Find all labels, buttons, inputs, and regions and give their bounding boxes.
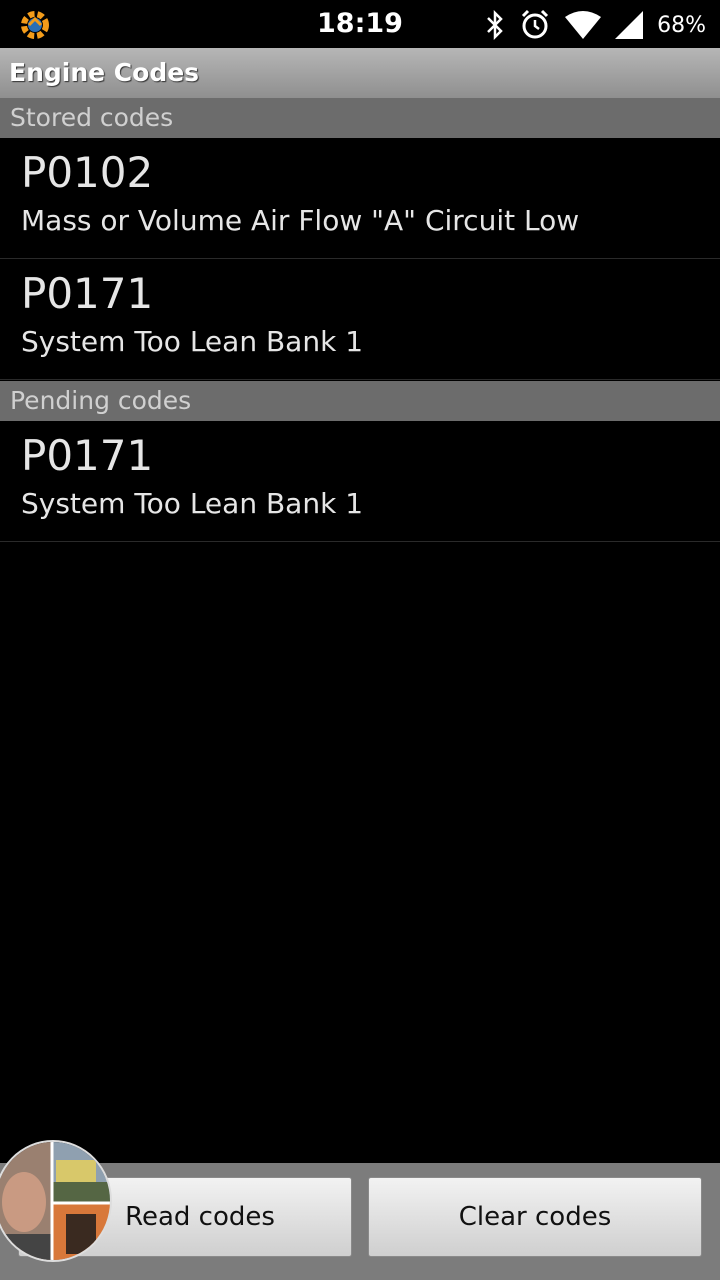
list-item[interactable]: P0171 System Too Lean Bank 1 bbox=[0, 421, 720, 542]
section-header-label: Stored codes bbox=[10, 103, 174, 132]
trouble-code: P0171 bbox=[21, 269, 154, 318]
battery-percent: 68% bbox=[657, 12, 706, 38]
clear-codes-button[interactable]: Clear codes bbox=[368, 1177, 702, 1257]
titlebar: Engine Codes bbox=[0, 48, 720, 98]
status-bar: 18:19 68% bbox=[0, 0, 720, 48]
list-item[interactable]: P0171 System Too Lean Bank 1 bbox=[0, 259, 720, 380]
alarm-icon bbox=[522, 9, 549, 39]
trouble-code-description: System Too Lean Bank 1 bbox=[21, 487, 364, 520]
status-icons: 68% bbox=[485, 9, 706, 41]
bluetooth-icon bbox=[487, 10, 503, 40]
section-header-label: Pending codes bbox=[10, 386, 192, 415]
list-item[interactable]: P0102 Mass or Volume Air Flow "A" Circui… bbox=[0, 138, 720, 259]
wifi-icon bbox=[565, 11, 602, 39]
section-header-stored: Stored codes bbox=[0, 98, 720, 138]
section-header-pending: Pending codes bbox=[0, 381, 720, 421]
trouble-code-description: System Too Lean Bank 1 bbox=[21, 325, 364, 358]
trouble-code: P0171 bbox=[21, 431, 154, 480]
page-title: Engine Codes bbox=[9, 58, 200, 87]
trouble-code-description: Mass or Volume Air Flow "A" Circuit Low bbox=[21, 204, 580, 237]
trouble-code: P0102 bbox=[21, 148, 154, 197]
signal-icon bbox=[615, 11, 644, 39]
